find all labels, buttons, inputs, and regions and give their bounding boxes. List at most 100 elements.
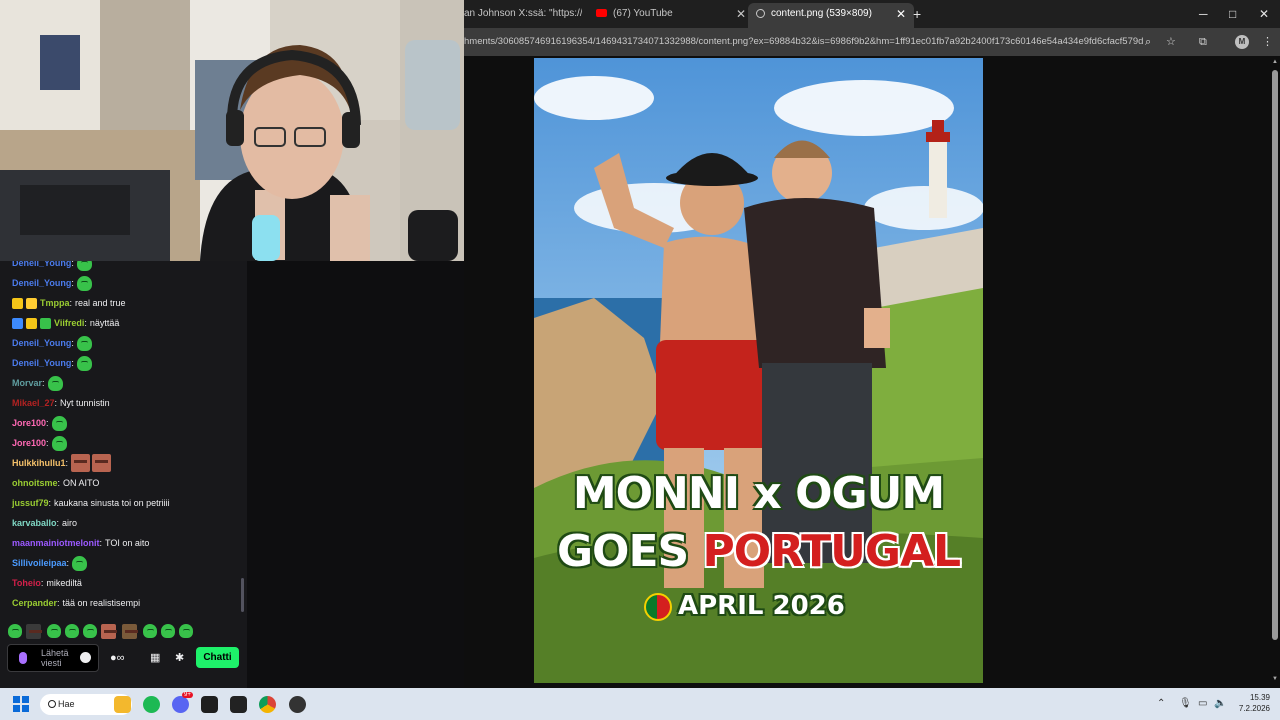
volume-icon[interactable]: 🔈: [1214, 698, 1226, 710]
emote-icon[interactable]: [101, 623, 117, 639]
emote-icon[interactable]: [47, 624, 61, 638]
tab-label: an Johnson X:ssä: "https://t...: [464, 8, 582, 19]
app-x-icon[interactable]: [201, 696, 218, 713]
chat-username[interactable]: jussuf79: [12, 493, 49, 513]
emote-icon[interactable]: [83, 624, 97, 638]
emote-icon[interactable]: [51, 435, 67, 451]
tab-x-post[interactable]: an Johnson X:ssä: "https://t...: [464, 3, 582, 25]
emote-icon[interactable]: [71, 454, 91, 472]
scrollbar-thumb[interactable]: [1272, 70, 1278, 640]
chat-input-placeholder: Lähetä viesti: [41, 648, 69, 668]
profile-avatar[interactable]: M: [1235, 35, 1249, 49]
close-window-button[interactable]: ✕: [1259, 4, 1269, 24]
file-explorer-icon[interactable]: [114, 696, 131, 713]
network-icon[interactable]: ▭: [1198, 698, 1207, 710]
chat-username[interactable]: Deneil_Young: [12, 273, 71, 293]
microphone-icon[interactable]: 🎙: [1179, 698, 1192, 710]
chat-colon: :: [71, 278, 74, 288]
address-bar[interactable]: hments/306085746916196354/14694317340713…: [464, 33, 1144, 51]
emote-icon[interactable]: [76, 275, 92, 291]
chat-username[interactable]: karvaballo: [12, 513, 57, 533]
emote-icon[interactable]: [92, 454, 112, 472]
chat-username[interactable]: Viifredi: [54, 313, 84, 333]
chat-message-list[interactable]: Deneil_Young: Deneil_Young: Tmppa: real and…: [0, 261, 240, 611]
chat-username[interactable]: Jore100: [12, 433, 46, 453]
chat-input[interactable]: Lähetä viesti: [7, 644, 99, 672]
app-nl-icon[interactable]: [230, 696, 247, 713]
chat-message-text: airo: [62, 518, 78, 528]
chat-scrollbar[interactable]: [241, 578, 244, 612]
scroll-up-icon[interactable]: ▲: [1272, 59, 1278, 65]
chat-badge-icon[interactable]: [26, 317, 37, 329]
chat-send-button[interactable]: Chatti: [196, 647, 239, 668]
empty-area: [247, 261, 464, 688]
close-tab-icon[interactable]: ✕: [896, 3, 906, 25]
poster-date: APRIL 2026: [644, 591, 944, 621]
close-tab-icon[interactable]: ✕: [736, 3, 746, 25]
emote-icon[interactable]: [26, 623, 42, 639]
emote-icon[interactable]: [65, 624, 79, 638]
chat-username[interactable]: ohnoitsme: [12, 473, 58, 493]
chat-username[interactable]: maanmainiotmelonit: [12, 533, 100, 553]
emote-icon[interactable]: [76, 261, 92, 271]
chat-username[interactable]: Jore100: [12, 413, 46, 433]
emote-icon[interactable]: [72, 555, 88, 571]
discord-icon[interactable]: [172, 696, 189, 713]
chat-username[interactable]: Deneil_Young: [12, 353, 71, 373]
chrome-icon[interactable]: [259, 696, 276, 713]
poster-image[interactable]: MONNI x OGUM GOES PORTUGAL APRIL 2026: [534, 58, 983, 683]
chat-username[interactable]: Mikael_27: [12, 393, 55, 413]
chat-badge-icon[interactable]: [40, 317, 51, 329]
emote-icon[interactable]: [76, 335, 92, 351]
chat-message: Deneil_Young:: [12, 333, 92, 353]
zoom-icon[interactable]: ⌕: [1145, 35, 1151, 49]
emote-icon[interactable]: [8, 624, 22, 638]
emoji-icon[interactable]: [80, 652, 91, 663]
chat-username[interactable]: Morvar: [12, 373, 42, 393]
chat-message-text: mikediltä: [46, 578, 82, 588]
bookmark-star-icon[interactable]: ☆: [1166, 35, 1176, 49]
chat-badge-icon[interactable]: [12, 297, 23, 309]
chat-badge-icon[interactable]: [26, 297, 37, 309]
emote-icon[interactable]: [51, 415, 67, 431]
emote-icon[interactable]: [161, 624, 175, 638]
gear-icon[interactable]: ✱: [175, 651, 184, 665]
bits-icon[interactable]: ●∞: [110, 651, 125, 665]
maximize-button[interactable]: □: [1229, 4, 1236, 24]
tab-label: (67) YouTube: [613, 8, 673, 19]
tab-content-png[interactable]: content.png (539×809) ✕: [748, 3, 914, 28]
store-icon[interactable]: ▦: [150, 651, 160, 665]
taskbar-search-label: Hae: [58, 699, 75, 709]
emote-icon[interactable]: [122, 623, 138, 639]
chat-username[interactable]: Toheio: [12, 573, 41, 593]
clock[interactable]: 15.39 7.2.2026: [1239, 692, 1270, 714]
emote-icon[interactable]: [76, 355, 92, 371]
chat-username[interactable]: Deneil_Young: [12, 261, 71, 273]
emote-icon[interactable]: [143, 624, 157, 638]
chat-message-text: ON AITO: [63, 478, 100, 488]
viewer-scrollbar[interactable]: ▲ ▼: [1270, 56, 1280, 688]
minimize-button[interactable]: ─: [1199, 4, 1208, 24]
extensions-icon[interactable]: ⧉: [1199, 35, 1207, 49]
chat-message: Mikael_27: Nyt tunnistin: [12, 393, 110, 413]
chat-username[interactable]: Hulkkihullu1: [12, 453, 66, 473]
obs-icon[interactable]: [289, 696, 306, 713]
new-tab-button[interactable]: +: [913, 4, 921, 24]
spotify-icon[interactable]: [143, 696, 160, 713]
chat-message-text: kaukana sinusta toi on petriiii: [54, 498, 170, 508]
document-icon: [756, 8, 765, 18]
menu-icon[interactable]: ⋮: [1262, 35, 1273, 49]
chat-username[interactable]: Cerpander: [12, 593, 57, 611]
emote-icon[interactable]: [47, 375, 63, 391]
chat-username[interactable]: Sillivoileipaa: [12, 553, 67, 573]
tab-youtube[interactable]: (67) YouTube ✕: [588, 3, 754, 25]
scroll-down-icon[interactable]: ▼: [1272, 676, 1278, 682]
windows-start-icon[interactable]: [13, 696, 29, 712]
chat-badge-icon[interactable]: [12, 317, 23, 329]
tray-chevron-icon[interactable]: ⌃: [1157, 698, 1165, 710]
chat-username[interactable]: Tmppa: [40, 293, 70, 313]
mic-icon[interactable]: [19, 652, 27, 664]
chat-username[interactable]: Deneil_Young: [12, 333, 71, 353]
emote-icon[interactable]: [179, 624, 193, 638]
emote-bar: [8, 621, 193, 641]
